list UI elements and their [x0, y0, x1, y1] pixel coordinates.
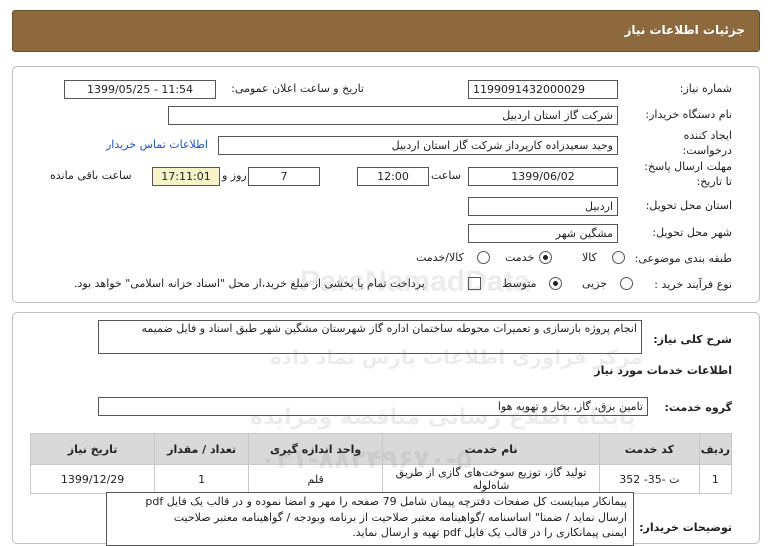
- table-row: 1 ت -35- 352 تولید گاز، توزیع سوخت‌های گ…: [29, 464, 733, 494]
- process-type-label: نوع فرآیند خرید :: [654, 278, 732, 291]
- remaining-time-field: 17:11:01: [152, 167, 220, 186]
- services-section-title: اطلاعات خدمات مورد نیاز: [594, 364, 732, 377]
- col-service-code: کد خدمت: [598, 433, 700, 465]
- deadline-time-field: 12:00: [357, 167, 429, 186]
- col-need-date: تاریخ نیاز: [29, 433, 156, 465]
- deadline-label-line1: مهلت ارسال پاسخ:: [644, 160, 732, 173]
- notes-line: ارسال نماید / ضمنا" اساسنامه /گواهینامه …: [173, 510, 627, 524]
- deadline-date-field: 1399/06/02: [468, 167, 618, 186]
- services-table-header: ردیف کد خدمت نام خدمت واحد اندازه گیری ت…: [29, 433, 733, 465]
- cell-need-date: 1399/12/29: [29, 464, 156, 494]
- city-field: مشگین شهر: [468, 224, 618, 243]
- treasury-payment-checkbox[interactable]: [468, 277, 481, 290]
- page-title: جزئیات اطلاعات نیاز: [624, 23, 745, 37]
- notes-line: ایمنی پیمانکاری را در قالب یک فایل pdf ت…: [352, 526, 627, 539]
- process-medium-label: متوسط: [502, 277, 537, 290]
- creator-field: وحید سعیدزاده کارپرداز شرکت گاز استان ار…: [218, 136, 618, 155]
- summary-field: انجام پروژه بازسازی و تعمیرات محوطه ساخت…: [98, 320, 642, 354]
- cell-service-name: تولید گاز، توزیع سوخت‌های گازی از طریق ش…: [382, 464, 600, 494]
- buyer-org-label: نام دستگاه خریدار:: [645, 108, 732, 121]
- buyer-org-field: شرکت گاز استان اردبیل: [168, 106, 618, 125]
- category-service-radio[interactable]: [539, 251, 552, 264]
- cell-row: 1: [698, 464, 733, 494]
- service-group-label: گروه خدمت:: [664, 401, 732, 414]
- process-minor-label: جزیی: [582, 277, 608, 290]
- col-quantity: تعداد / مقدار: [154, 433, 250, 465]
- summary-label: شرح کلی نیاز:: [653, 333, 732, 346]
- services-table: ردیف کد خدمت نام خدمت واحد اندازه گیری ت…: [29, 433, 733, 494]
- process-medium-radio[interactable]: [549, 277, 562, 290]
- creator-label-line2: درخواست:: [682, 144, 732, 157]
- province-label: استان محل تحویل:: [645, 199, 732, 212]
- remaining-time-label: ساعت باقی مانده: [50, 169, 132, 182]
- deadline-hour-label: ساعت: [431, 169, 461, 182]
- notes-line: پیمانکار میبایست کل صفحات دفترچه پیمان ش…: [145, 495, 627, 508]
- city-label: شهر محل تحویل:: [652, 226, 732, 239]
- category-goods-service-label: کالا/خدمت: [416, 251, 464, 264]
- need-number-field: 1199091432000029: [468, 80, 618, 99]
- buyer-notes-field: پیمانکار میبایست کل صفحات دفترچه پیمان ش…: [106, 492, 634, 546]
- category-label: طبقه بندی موضوعی:: [634, 252, 732, 265]
- col-row: ردیف: [698, 433, 733, 465]
- category-goods-radio[interactable]: [612, 251, 625, 264]
- category-goods-label: کالا: [582, 251, 597, 264]
- category-service-label: خدمت: [505, 251, 535, 264]
- cell-quantity: 1: [154, 464, 250, 494]
- need-number-label: شماره نیاز:: [679, 82, 732, 95]
- service-group-field: تامین برق، گاز، بخار و تهویه هوا: [98, 397, 648, 416]
- province-field: اردبیل: [468, 197, 618, 216]
- cell-unit: قلم: [248, 464, 384, 494]
- treasury-payment-note: پرداخت تمام یا بخشی از مبلغ خرید،از محل …: [74, 277, 425, 290]
- col-service-name: نام خدمت: [382, 433, 600, 465]
- remaining-days-field: 7: [248, 167, 320, 186]
- page-header: جزئیات اطلاعات نیاز: [12, 10, 760, 52]
- buyer-contact-link[interactable]: اطلاعات تماس خریدار: [106, 138, 208, 151]
- process-minor-radio[interactable]: [620, 277, 633, 290]
- creator-label-line1: ایجاد کننده: [683, 129, 732, 142]
- buyer-notes-label: توضیحات خریدار:: [639, 521, 732, 534]
- announce-date-label: تاریخ و ساعت اعلان عمومی:: [231, 82, 364, 95]
- col-unit: واحد اندازه گیری: [248, 433, 384, 465]
- days-label: روز و: [222, 169, 247, 182]
- announce-date-field: 1399/05/25 - 11:54: [64, 80, 216, 99]
- cell-service-code: ت -35- 352: [598, 464, 700, 494]
- category-goods-service-radio[interactable]: [477, 251, 490, 264]
- deadline-label-line2: تا تاریخ:: [696, 175, 732, 188]
